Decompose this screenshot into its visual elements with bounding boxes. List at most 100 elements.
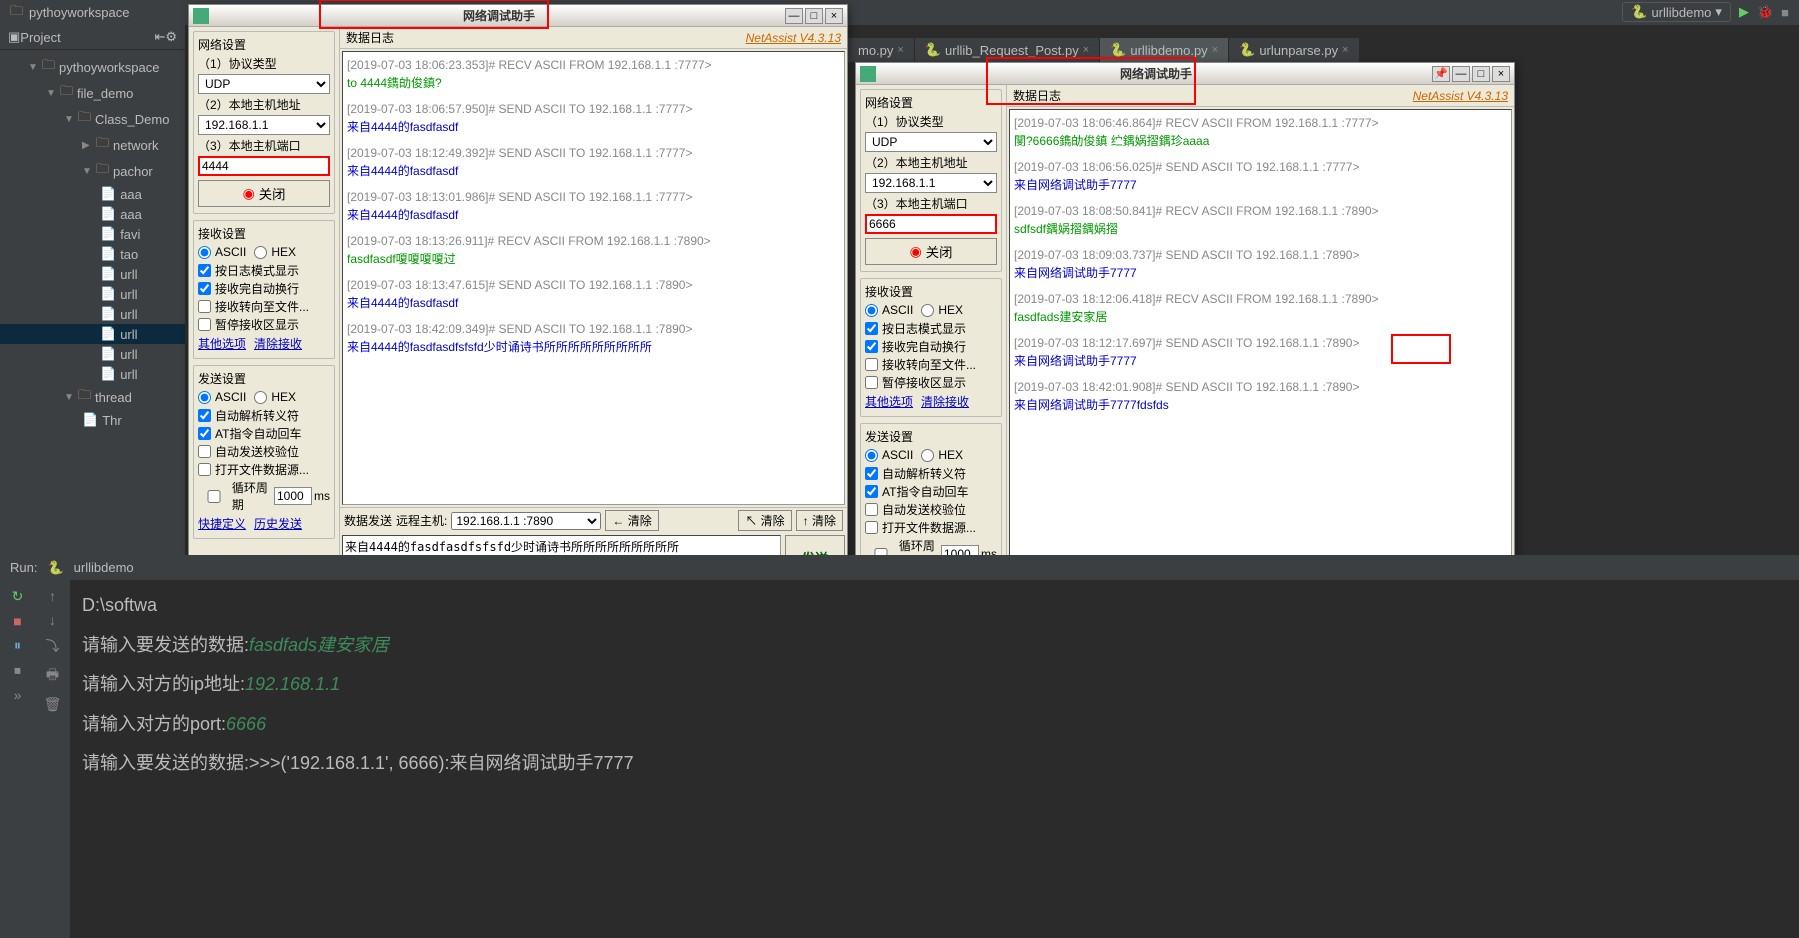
tree-file[interactable]: 📄urll bbox=[0, 344, 185, 364]
clear-recv-link[interactable]: 清除接收 bbox=[921, 393, 969, 410]
other-options-link[interactable]: 其他选项 bbox=[865, 393, 913, 410]
tree-file[interactable]: 📄urll bbox=[0, 284, 185, 304]
auto-wrap-check[interactable]: 接收完自动换行 bbox=[198, 280, 330, 297]
project-tree[interactable]: ▼🗀pythoyworkspace ▼🗀file_demo ▼🗀Class_De… bbox=[0, 50, 185, 434]
ascii-radio[interactable]: ASCII bbox=[865, 448, 913, 462]
cycle-check[interactable] bbox=[198, 490, 230, 503]
tree-file[interactable]: 📄favi bbox=[0, 224, 185, 244]
up-icon[interactable]: ↑ bbox=[49, 588, 56, 604]
tree-file[interactable]: 📄aaa bbox=[0, 184, 185, 204]
print-icon[interactable]: 🖶 bbox=[46, 664, 59, 688]
quick-def-link[interactable]: 快捷定义 bbox=[198, 515, 246, 532]
host-ip-select[interactable]: 192.168.1.1 bbox=[865, 173, 997, 193]
tree-file[interactable]: 📄aaa bbox=[0, 204, 185, 224]
editor-tab[interactable]: mo.py× bbox=[848, 38, 915, 62]
ascii-radio[interactable]: ASCII bbox=[198, 245, 246, 259]
to-file-check[interactable]: 接收转向至文件... bbox=[198, 298, 330, 315]
auto-escape-check[interactable]: 自动解析转义符 bbox=[865, 465, 997, 482]
log-mode-check[interactable]: 按日志模式显示 bbox=[198, 262, 330, 279]
tree-file[interactable]: 📄urll bbox=[0, 264, 185, 284]
maximize-button[interactable]: □ bbox=[805, 8, 823, 24]
close-icon[interactable]: × bbox=[1342, 44, 1348, 56]
close-icon[interactable]: × bbox=[1212, 44, 1218, 56]
pause-icon[interactable]: ⏸ bbox=[14, 637, 21, 654]
auto-wrap-check[interactable]: 接收完自动换行 bbox=[865, 338, 997, 355]
down-icon[interactable]: ↓ bbox=[49, 612, 56, 628]
hex-radio[interactable]: HEX bbox=[921, 303, 963, 317]
hex-radio[interactable]: HEX bbox=[254, 390, 296, 404]
clear-button[interactable]: ← 清除 bbox=[605, 510, 658, 531]
minimize-button[interactable]: — bbox=[1452, 66, 1470, 82]
host-port-input[interactable] bbox=[865, 214, 997, 234]
maximize-button[interactable]: □ bbox=[1472, 66, 1490, 82]
history-link[interactable]: 历史发送 bbox=[254, 515, 302, 532]
stop-icon[interactable]: ■ bbox=[13, 613, 21, 629]
trash-icon[interactable]: 🗑 bbox=[44, 696, 62, 713]
exit-icon[interactable]: ⏹ bbox=[14, 662, 21, 679]
close-icon[interactable]: × bbox=[1083, 44, 1089, 56]
gear-icon[interactable]: ⚙ bbox=[165, 29, 177, 45]
editor-tab[interactable]: 🐍urlunparse.py× bbox=[1229, 38, 1359, 62]
pause-display-check[interactable]: 暂停接收区显示 bbox=[198, 316, 330, 333]
version-link[interactable]: NetAssist V4.3.13 bbox=[746, 31, 841, 45]
pause-display-check[interactable]: 暂停接收区显示 bbox=[865, 374, 997, 391]
more-icon[interactable]: » bbox=[14, 687, 22, 703]
wrap-icon[interactable]: ⤵ bbox=[46, 636, 60, 656]
close-icon[interactable]: × bbox=[897, 44, 903, 56]
tree-folder[interactable]: ▼🗀pachor bbox=[0, 158, 185, 184]
hex-radio[interactable]: HEX bbox=[254, 245, 296, 259]
version-link[interactable]: NetAssist V4.3.13 bbox=[1413, 89, 1508, 103]
tree-folder[interactable]: ▼🗀thread bbox=[0, 384, 185, 410]
tree-file[interactable]: 📄urll bbox=[0, 364, 185, 384]
tree-file[interactable]: 📄Thr bbox=[0, 410, 185, 430]
open-file-check[interactable]: 打开文件数据源... bbox=[198, 461, 330, 478]
clear-button-2[interactable]: ↖ 清除 bbox=[738, 510, 791, 531]
protocol-select[interactable]: UDP bbox=[865, 132, 997, 152]
titlebar[interactable]: 网络调试助手 📌 — □ × bbox=[856, 63, 1514, 85]
to-file-check[interactable]: 接收转向至文件... bbox=[865, 356, 997, 373]
clear-recv-link[interactable]: 清除接收 bbox=[254, 335, 302, 352]
close-connection-button[interactable]: ◉关闭 bbox=[865, 238, 997, 265]
auto-checksum-check[interactable]: 自动发送校验位 bbox=[865, 501, 997, 518]
other-options-link[interactable]: 其他选项 bbox=[198, 335, 246, 352]
auto-checksum-check[interactable]: 自动发送校验位 bbox=[198, 443, 330, 460]
cycle-input[interactable] bbox=[274, 487, 312, 505]
log-mode-check[interactable]: 按日志模式显示 bbox=[865, 320, 997, 337]
run-icon[interactable]: ▶ bbox=[1739, 4, 1749, 20]
open-file-check[interactable]: 打开文件数据源... bbox=[865, 519, 997, 536]
tree-folder[interactable]: ▼🗀file_demo bbox=[0, 80, 185, 106]
clear-button-3[interactable]: ↑ 清除 bbox=[796, 510, 843, 531]
protocol-select[interactable]: UDP bbox=[198, 74, 330, 94]
tree-folder[interactable]: ▼🗀Class_Demo bbox=[0, 106, 185, 132]
data-log[interactable]: [2019-07-03 18:06:23.353]# RECV ASCII FR… bbox=[342, 51, 845, 505]
run-config-selector[interactable]: 🐍 urllibdemo ▾ bbox=[1622, 2, 1731, 22]
tree-file[interactable]: 📄tao bbox=[0, 244, 185, 264]
auto-escape-check[interactable]: 自动解析转义符 bbox=[198, 407, 330, 424]
tree-root[interactable]: ▼🗀pythoyworkspace bbox=[0, 54, 185, 80]
host-port-input[interactable] bbox=[198, 156, 330, 176]
collapse-icon[interactable]: ⇤ bbox=[154, 29, 165, 45]
tree-file[interactable]: 📄urll bbox=[0, 324, 185, 344]
close-button[interactable]: × bbox=[1492, 66, 1510, 82]
close-connection-button[interactable]: ◉关闭 bbox=[198, 180, 330, 207]
minimize-button[interactable]: — bbox=[785, 8, 803, 24]
editor-tab[interactable]: 🐍urllib_Request_Post.py× bbox=[915, 38, 1100, 62]
at-enter-check[interactable]: AT指令自动回车 bbox=[198, 425, 330, 442]
data-log[interactable]: [2019-07-03 18:06:46.864]# RECV ASCII FR… bbox=[1009, 109, 1512, 563]
host-ip-select[interactable]: 192.168.1.1 bbox=[198, 115, 330, 135]
tree-folder[interactable]: ▶🗀network bbox=[0, 132, 185, 158]
close-button[interactable]: × bbox=[825, 8, 843, 24]
debug-icon[interactable]: 🐞 bbox=[1757, 4, 1773, 20]
titlebar[interactable]: 网络调试助手 — □ × bbox=[189, 5, 847, 27]
console[interactable]: D:\softwa 请输入要发送的数据:fasdfads建安家居 请输入对方的i… bbox=[70, 580, 1799, 938]
ascii-radio[interactable]: ASCII bbox=[198, 390, 246, 404]
editor-tab[interactable]: 🐍urllibdemo.py× bbox=[1100, 38, 1229, 62]
pin-button[interactable]: 📌 bbox=[1432, 66, 1450, 82]
rerun-icon[interactable]: ↻ bbox=[12, 588, 24, 605]
hex-radio[interactable]: HEX bbox=[921, 448, 963, 462]
tree-file[interactable]: 📄urll bbox=[0, 304, 185, 324]
ascii-radio[interactable]: ASCII bbox=[865, 303, 913, 317]
stop-icon[interactable]: ■ bbox=[1781, 5, 1789, 20]
remote-host-select[interactable]: 192.168.1.1 :7890 bbox=[451, 512, 601, 530]
at-enter-check[interactable]: AT指令自动回车 bbox=[865, 483, 997, 500]
